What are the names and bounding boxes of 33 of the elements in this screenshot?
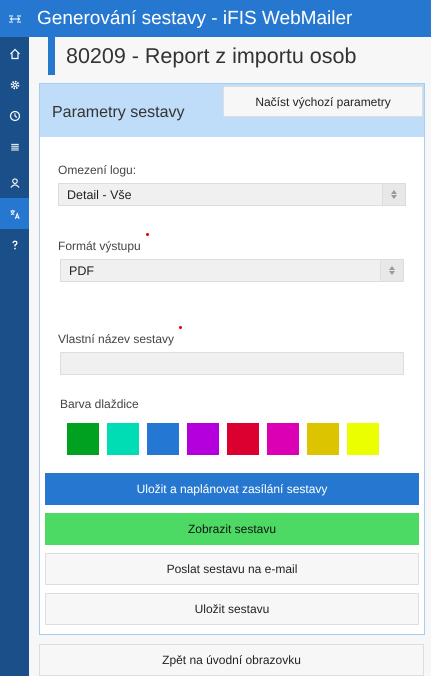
user-icon (8, 176, 20, 188)
clock-icon (8, 110, 20, 122)
color-swatch[interactable] (227, 423, 259, 455)
settings-icon (8, 78, 20, 90)
load-defaults-button[interactable]: Načíst výchozí parametry (223, 86, 423, 117)
save-schedule-button[interactable]: Uložit a naplánovat zasílání sestavy (45, 473, 419, 505)
panel-title: Parametry sestavy (52, 104, 184, 122)
select-field[interactable]: Detail - Vše (58, 183, 406, 206)
sidebar-item[interactable] (0, 198, 29, 229)
color-swatch[interactable] (107, 423, 139, 455)
color-swatch[interactable] (67, 423, 99, 455)
back-button[interactable]: Zpět na úvodní obrazovku (39, 644, 424, 676)
color-swatch[interactable] (267, 423, 299, 455)
color-swatch[interactable] (187, 423, 219, 455)
show-report-button[interactable]: Zobrazit sestavu (45, 513, 419, 545)
field-label: Barva dlaždice (60, 397, 139, 411)
sort-icon (389, 266, 395, 275)
action-button[interactable]: Poslat sestavu na e-mail (45, 553, 419, 585)
field-label: Formát výstupu (58, 239, 141, 253)
field-label: Vlastní název sestavy (58, 332, 174, 346)
page-title: 80209 - Report z importu osob (65, 43, 356, 70)
color-swatch[interactable] (347, 423, 379, 455)
color-swatch[interactable] (307, 423, 339, 455)
menu-icon[interactable] (8, 14, 20, 22)
color-swatch[interactable] (147, 423, 179, 455)
sort-icon (391, 190, 397, 199)
app-title: Generování sestavy - iFIS WebMailer (37, 8, 352, 30)
field-label: Omezení logu: (58, 163, 136, 177)
input-field[interactable] (60, 352, 404, 375)
action-button[interactable]: Uložit sestavu (45, 593, 419, 625)
translate-icon (8, 208, 20, 220)
select-field[interactable]: PDF (60, 259, 404, 282)
home-icon (8, 48, 20, 60)
